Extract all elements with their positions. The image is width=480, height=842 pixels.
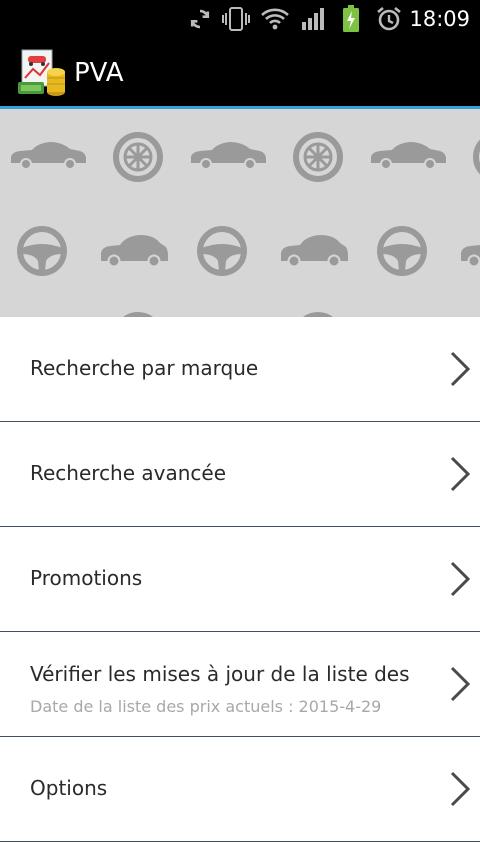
menu-item-label: Vérifier les mises à jour de la liste de… xyxy=(30,662,410,686)
vibrate-icon xyxy=(220,0,252,38)
signal-icon xyxy=(299,0,329,38)
car-icon xyxy=(280,234,349,268)
menu-item-label: Recherche par marque xyxy=(30,356,259,380)
main-menu: Recherche par marque Recherche avancée P… xyxy=(0,317,480,842)
chevron-right-icon xyxy=(450,561,471,597)
alarm-icon xyxy=(374,0,404,38)
steering-wheel-icon xyxy=(20,229,64,273)
car-icon xyxy=(10,141,87,170)
status-bar: 18:09 xyxy=(0,0,480,38)
menu-item-label: Recherche avancée xyxy=(30,461,227,485)
wheel-icon xyxy=(476,135,480,179)
status-time: 18:09 xyxy=(409,7,470,31)
steering-wheel-icon xyxy=(200,229,244,273)
menu-item-check-updates[interactable]: Vérifier les mises à jour de la liste de… xyxy=(0,632,480,737)
chevron-right-icon xyxy=(450,666,471,702)
chevron-right-icon xyxy=(450,771,471,807)
menu-item-label: Options xyxy=(30,776,108,800)
sync-icon xyxy=(186,0,214,38)
menu-item-label: Promotions xyxy=(30,566,143,590)
wheel-icon xyxy=(296,135,340,179)
car-icon xyxy=(460,234,480,268)
action-bar: PVA xyxy=(0,38,480,109)
car-icon xyxy=(190,141,267,170)
menu-item-options[interactable]: Options xyxy=(0,737,480,842)
app-title: PVA xyxy=(74,58,124,88)
car-icon xyxy=(370,141,447,170)
steering-wheel-icon xyxy=(380,229,424,273)
wheel-icon xyxy=(116,135,160,179)
battery-charging-icon xyxy=(339,0,363,38)
chevron-right-icon xyxy=(450,456,471,492)
price-list-date: Date de la liste des prix actuels : 2015… xyxy=(30,697,382,716)
menu-item-search-by-brand[interactable]: Recherche par marque xyxy=(0,317,480,422)
header-banner xyxy=(0,109,480,317)
menu-item-promotions[interactable]: Promotions xyxy=(0,527,480,632)
menu-item-advanced-search[interactable]: Recherche avancée xyxy=(0,422,480,527)
car-icon xyxy=(100,234,169,268)
chevron-right-icon xyxy=(450,351,471,387)
wifi-icon xyxy=(259,0,291,38)
app-logo-icon[interactable] xyxy=(16,48,68,98)
